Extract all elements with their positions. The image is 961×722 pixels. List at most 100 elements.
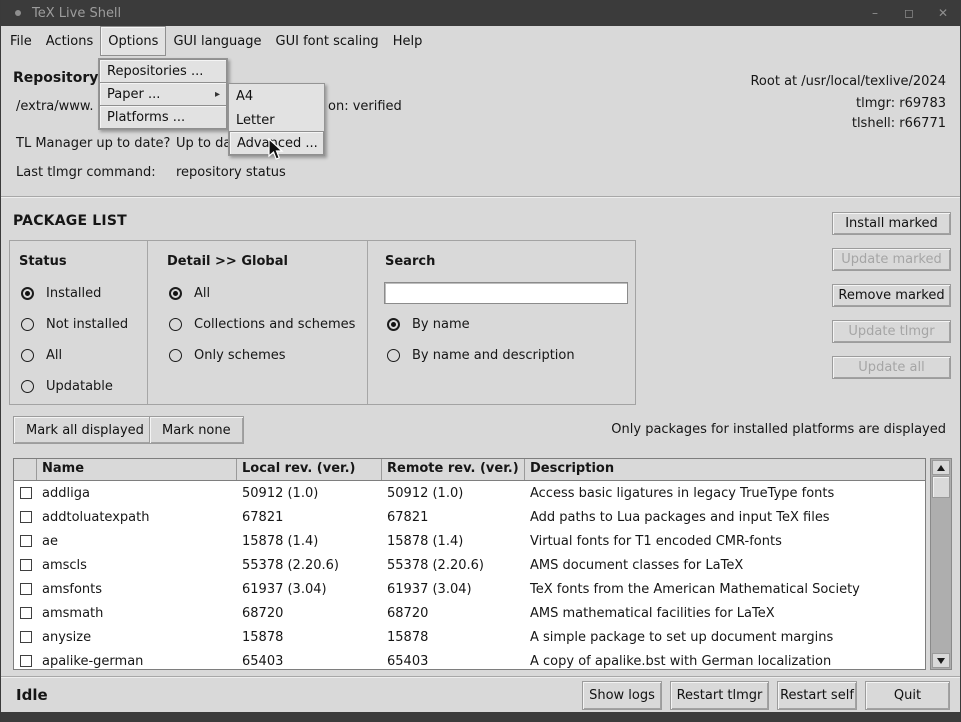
manager-status-label: TL Manager up to date?	[16, 135, 170, 153]
quit-button[interactable]: Quit	[865, 681, 950, 710]
table-row[interactable]: amsmath6872068720AMS mathematical facili…	[14, 601, 925, 625]
menuitem-paper-label: Paper ...	[107, 87, 160, 102]
radio-option[interactable]: Collections and schemes	[169, 315, 355, 333]
radio-label: All	[194, 286, 210, 301]
header-name[interactable]: Name	[37, 459, 237, 480]
update-all-button[interactable]: Update all	[832, 356, 951, 379]
row-checkbox[interactable]	[20, 511, 32, 523]
maximize-icon[interactable]: ◻	[900, 0, 918, 26]
radio-option[interactable]: By name	[387, 315, 575, 333]
radio-icon[interactable]	[387, 318, 400, 331]
row-checkbox[interactable]	[20, 535, 32, 547]
remote-revision: 65403	[382, 654, 525, 669]
table-row[interactable]: anysize1587815878A simple package to set…	[14, 625, 925, 649]
row-checkbox[interactable]	[20, 583, 32, 595]
action-buttons: Install marked Update marked Remove marked…	[832, 212, 951, 392]
table-row[interactable]: amscls55378 (2.20.6)55378 (2.20.6)AMS do…	[14, 553, 925, 577]
remove-marked-button[interactable]: Remove marked	[832, 284, 951, 307]
menuitem-paper[interactable]: Paper ... ▸	[99, 82, 227, 106]
search-mode-radio-group: By name By name and description	[387, 315, 575, 377]
radio-option[interactable]: Installed	[21, 284, 128, 302]
table-row[interactable]: amsfonts61937 (3.04)61937 (3.04)TeX font…	[14, 577, 925, 601]
row-checkbox[interactable]	[20, 559, 32, 571]
radio-label: Collections and schemes	[194, 317, 355, 332]
table-row[interactable]: addliga50912 (1.0)50912 (1.0)Access basi…	[14, 481, 925, 505]
local-revision: 68720	[237, 606, 382, 621]
menu-gui-font-scaling[interactable]: GUI font scaling	[269, 26, 386, 56]
radio-option[interactable]: All	[169, 284, 355, 302]
platforms-note: Only packages for installed platforms ar…	[611, 421, 946, 439]
header-local-rev[interactable]: Local rev. (ver.)	[237, 459, 382, 480]
radio-option[interactable]: All	[21, 346, 128, 364]
mark-all-displayed-button[interactable]: Mark all displayed	[13, 416, 157, 444]
radio-label: Not installed	[46, 317, 128, 332]
radio-icon[interactable]	[21, 287, 34, 300]
package-description: AMS mathematical facilities for LaTeX	[525, 606, 925, 621]
radio-icon[interactable]	[21, 318, 34, 331]
update-tlmgr-button[interactable]: Update tlmgr	[832, 320, 951, 343]
row-checkbox[interactable]	[20, 655, 32, 667]
package-description: A copy of apalike.bst with German locali…	[525, 654, 925, 669]
menuitem-platforms[interactable]: Platforms ...	[99, 105, 227, 129]
menuitem-letter[interactable]: Letter	[229, 108, 324, 132]
package-description: Access basic ligatures in legacy TrueTyp…	[525, 486, 925, 501]
mark-none-button[interactable]: Mark none	[149, 416, 244, 444]
row-checkbox[interactable]	[20, 607, 32, 619]
panel-divider	[147, 241, 148, 404]
search-input[interactable]	[384, 282, 628, 304]
table-scrollbar[interactable]	[930, 458, 952, 670]
radio-option[interactable]: Only schemes	[169, 346, 355, 364]
row-checkbox[interactable]	[20, 487, 32, 499]
table-row[interactable]: addtoluatexpath6782167821Add paths to Lu…	[14, 505, 925, 529]
section-separator	[1, 196, 960, 198]
remote-revision: 50912 (1.0)	[382, 486, 525, 501]
update-marked-button[interactable]: Update marked	[832, 248, 951, 271]
menu-gui-language[interactable]: GUI language	[166, 26, 268, 56]
menu-options[interactable]: Options	[100, 26, 166, 56]
statusbar-separator	[1, 676, 960, 678]
package-name: ae	[37, 534, 237, 549]
menu-help[interactable]: Help	[386, 26, 430, 56]
restart-self-button[interactable]: Restart self	[777, 681, 857, 710]
radio-icon[interactable]	[21, 380, 34, 393]
scroll-down-icon[interactable]	[932, 653, 950, 668]
radio-icon[interactable]	[169, 318, 182, 331]
radio-option[interactable]: Not installed	[21, 315, 128, 333]
scrollbar-thumb[interactable]	[932, 476, 950, 498]
remote-revision: 61937 (3.04)	[382, 582, 525, 597]
radio-label: Updatable	[46, 379, 113, 394]
detail-radio-group: All Collections and schemes Only schemes	[169, 284, 355, 377]
radio-icon[interactable]	[387, 349, 400, 362]
radio-option[interactable]: Updatable	[21, 377, 128, 395]
header-remote-rev[interactable]: Remote rev. (ver.)	[382, 459, 525, 480]
package-table: Name Local rev. (ver.) Remote rev. (ver.…	[13, 458, 926, 670]
status-radio-group: Installed Not installed All Updatable	[21, 284, 128, 408]
menuitem-repositories[interactable]: Repositories ...	[99, 59, 227, 83]
header-description[interactable]: Description	[525, 459, 925, 480]
radio-icon[interactable]	[169, 349, 182, 362]
row-checkbox[interactable]	[20, 631, 32, 643]
radio-icon[interactable]	[21, 349, 34, 362]
radio-icon[interactable]	[169, 287, 182, 300]
menu-actions[interactable]: Actions	[39, 26, 101, 56]
tlshell-version: tlshell: r66771	[852, 115, 946, 133]
restart-tlmgr-button[interactable]: Restart tlmgr	[670, 681, 769, 710]
status-group-title: Status	[19, 254, 67, 269]
close-icon[interactable]: ✕	[934, 0, 952, 26]
repository-verification: on: verified	[328, 98, 402, 116]
radio-option[interactable]: By name and description	[387, 346, 575, 364]
package-description: A simple package to set up document marg…	[525, 630, 925, 645]
status-text: Idle	[16, 686, 48, 704]
table-row[interactable]: apalike-german6540365403A copy of apalik…	[14, 649, 925, 670]
minimize-icon[interactable]: –	[866, 0, 884, 26]
show-logs-button[interactable]: Show logs	[582, 681, 662, 710]
scroll-up-icon[interactable]	[932, 460, 950, 475]
menu-file[interactable]: File	[3, 26, 39, 56]
install-marked-button[interactable]: Install marked	[832, 212, 951, 235]
radio-label: All	[46, 348, 62, 363]
table-row[interactable]: ae15878 (1.4)15878 (1.4)Virtual fonts fo…	[14, 529, 925, 553]
last-command-value: repository status	[176, 164, 286, 182]
package-list-heading: PACKAGE LIST	[13, 213, 127, 229]
repository-heading: Repository	[13, 70, 98, 86]
menuitem-a4[interactable]: A4	[229, 84, 324, 108]
